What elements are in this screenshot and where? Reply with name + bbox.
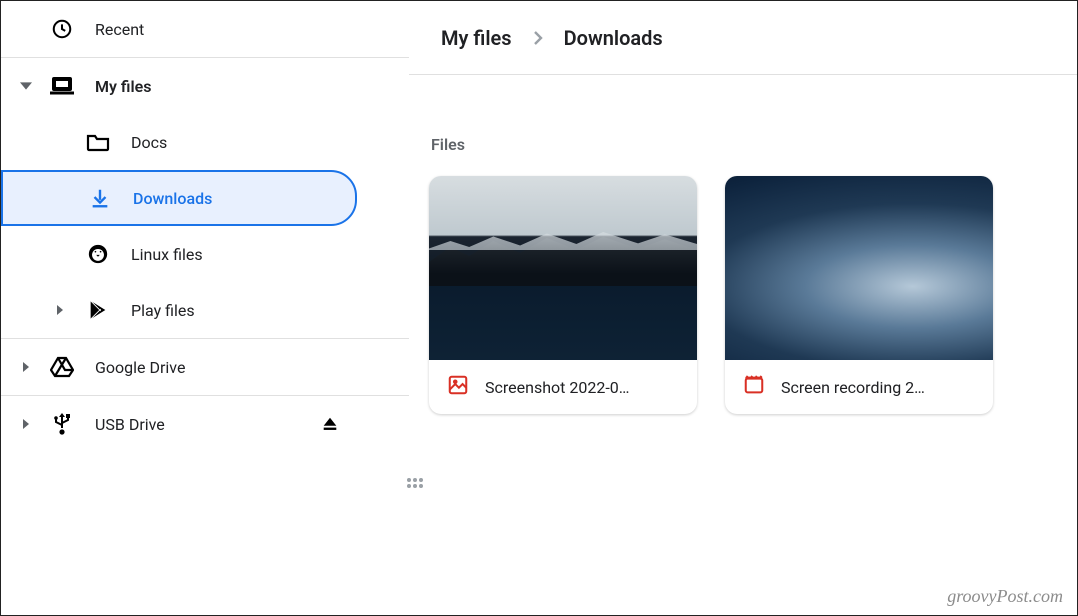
chevron-right-icon [532,30,544,46]
download-icon [87,185,113,211]
file-tile[interactable]: Screenshot 2022-0… [429,176,697,414]
file-thumbnail [725,176,993,360]
sidebar-item-recent[interactable]: Recent [1,1,409,57]
chevron-down-icon [19,79,33,93]
image-icon [447,374,469,400]
video-icon [743,374,765,400]
breadcrumb-root[interactable]: My files [441,26,512,50]
sidebar-item-my-files[interactable]: My files [1,58,409,114]
google-drive-icon [49,354,75,380]
breadcrumb-current[interactable]: Downloads [564,26,663,50]
sidebar-item-play-files[interactable]: Play files [1,282,409,338]
file-name: Screen recording 2… [781,378,925,397]
folder-icon [85,129,111,155]
sidebar: Recent My files Docs Downloads [1,1,409,615]
sidebar-item-downloads[interactable]: Downloads [1,170,357,226]
sidebar-label-google-drive: Google Drive [95,358,185,377]
laptop-icon [49,73,75,99]
sidebar-label-usb-drive: USB Drive [95,415,165,434]
watermark: groovyPost.com [947,586,1063,607]
sidebar-item-docs[interactable]: Docs [1,114,409,170]
main-panel: My files Downloads Files Screenshot 2022… [409,1,1077,615]
penguin-icon [85,241,111,267]
eject-button[interactable] [321,415,339,433]
section-heading: Files [431,135,1063,154]
file-tile[interactable]: Screen recording 2… [725,176,993,414]
chevron-right-icon [19,360,33,374]
clock-icon [49,16,75,42]
files-grid: Screenshot 2022-0… Screen recording 2… [429,176,1063,414]
google-play-icon [85,297,111,323]
sidebar-label-downloads: Downloads [133,189,212,208]
sidebar-label-recent: Recent [95,20,144,39]
sidebar-label-linux-files: Linux files [131,245,203,264]
usb-icon [49,411,75,437]
file-thumbnail [429,176,697,360]
chevron-right-icon [53,303,67,317]
sidebar-label-my-files: My files [95,77,151,96]
sidebar-label-play-files: Play files [131,301,195,320]
chevron-right-icon [19,417,33,431]
sidebar-label-docs: Docs [131,133,167,152]
sidebar-item-linux-files[interactable]: Linux files [1,226,409,282]
file-name: Screenshot 2022-0… [485,378,629,397]
sidebar-item-google-drive[interactable]: Google Drive [1,339,409,395]
breadcrumb: My files Downloads [409,1,1077,75]
content-area: Files Screenshot 2022-0… [409,75,1077,414]
sidebar-item-usb-drive[interactable]: USB Drive [1,396,409,452]
